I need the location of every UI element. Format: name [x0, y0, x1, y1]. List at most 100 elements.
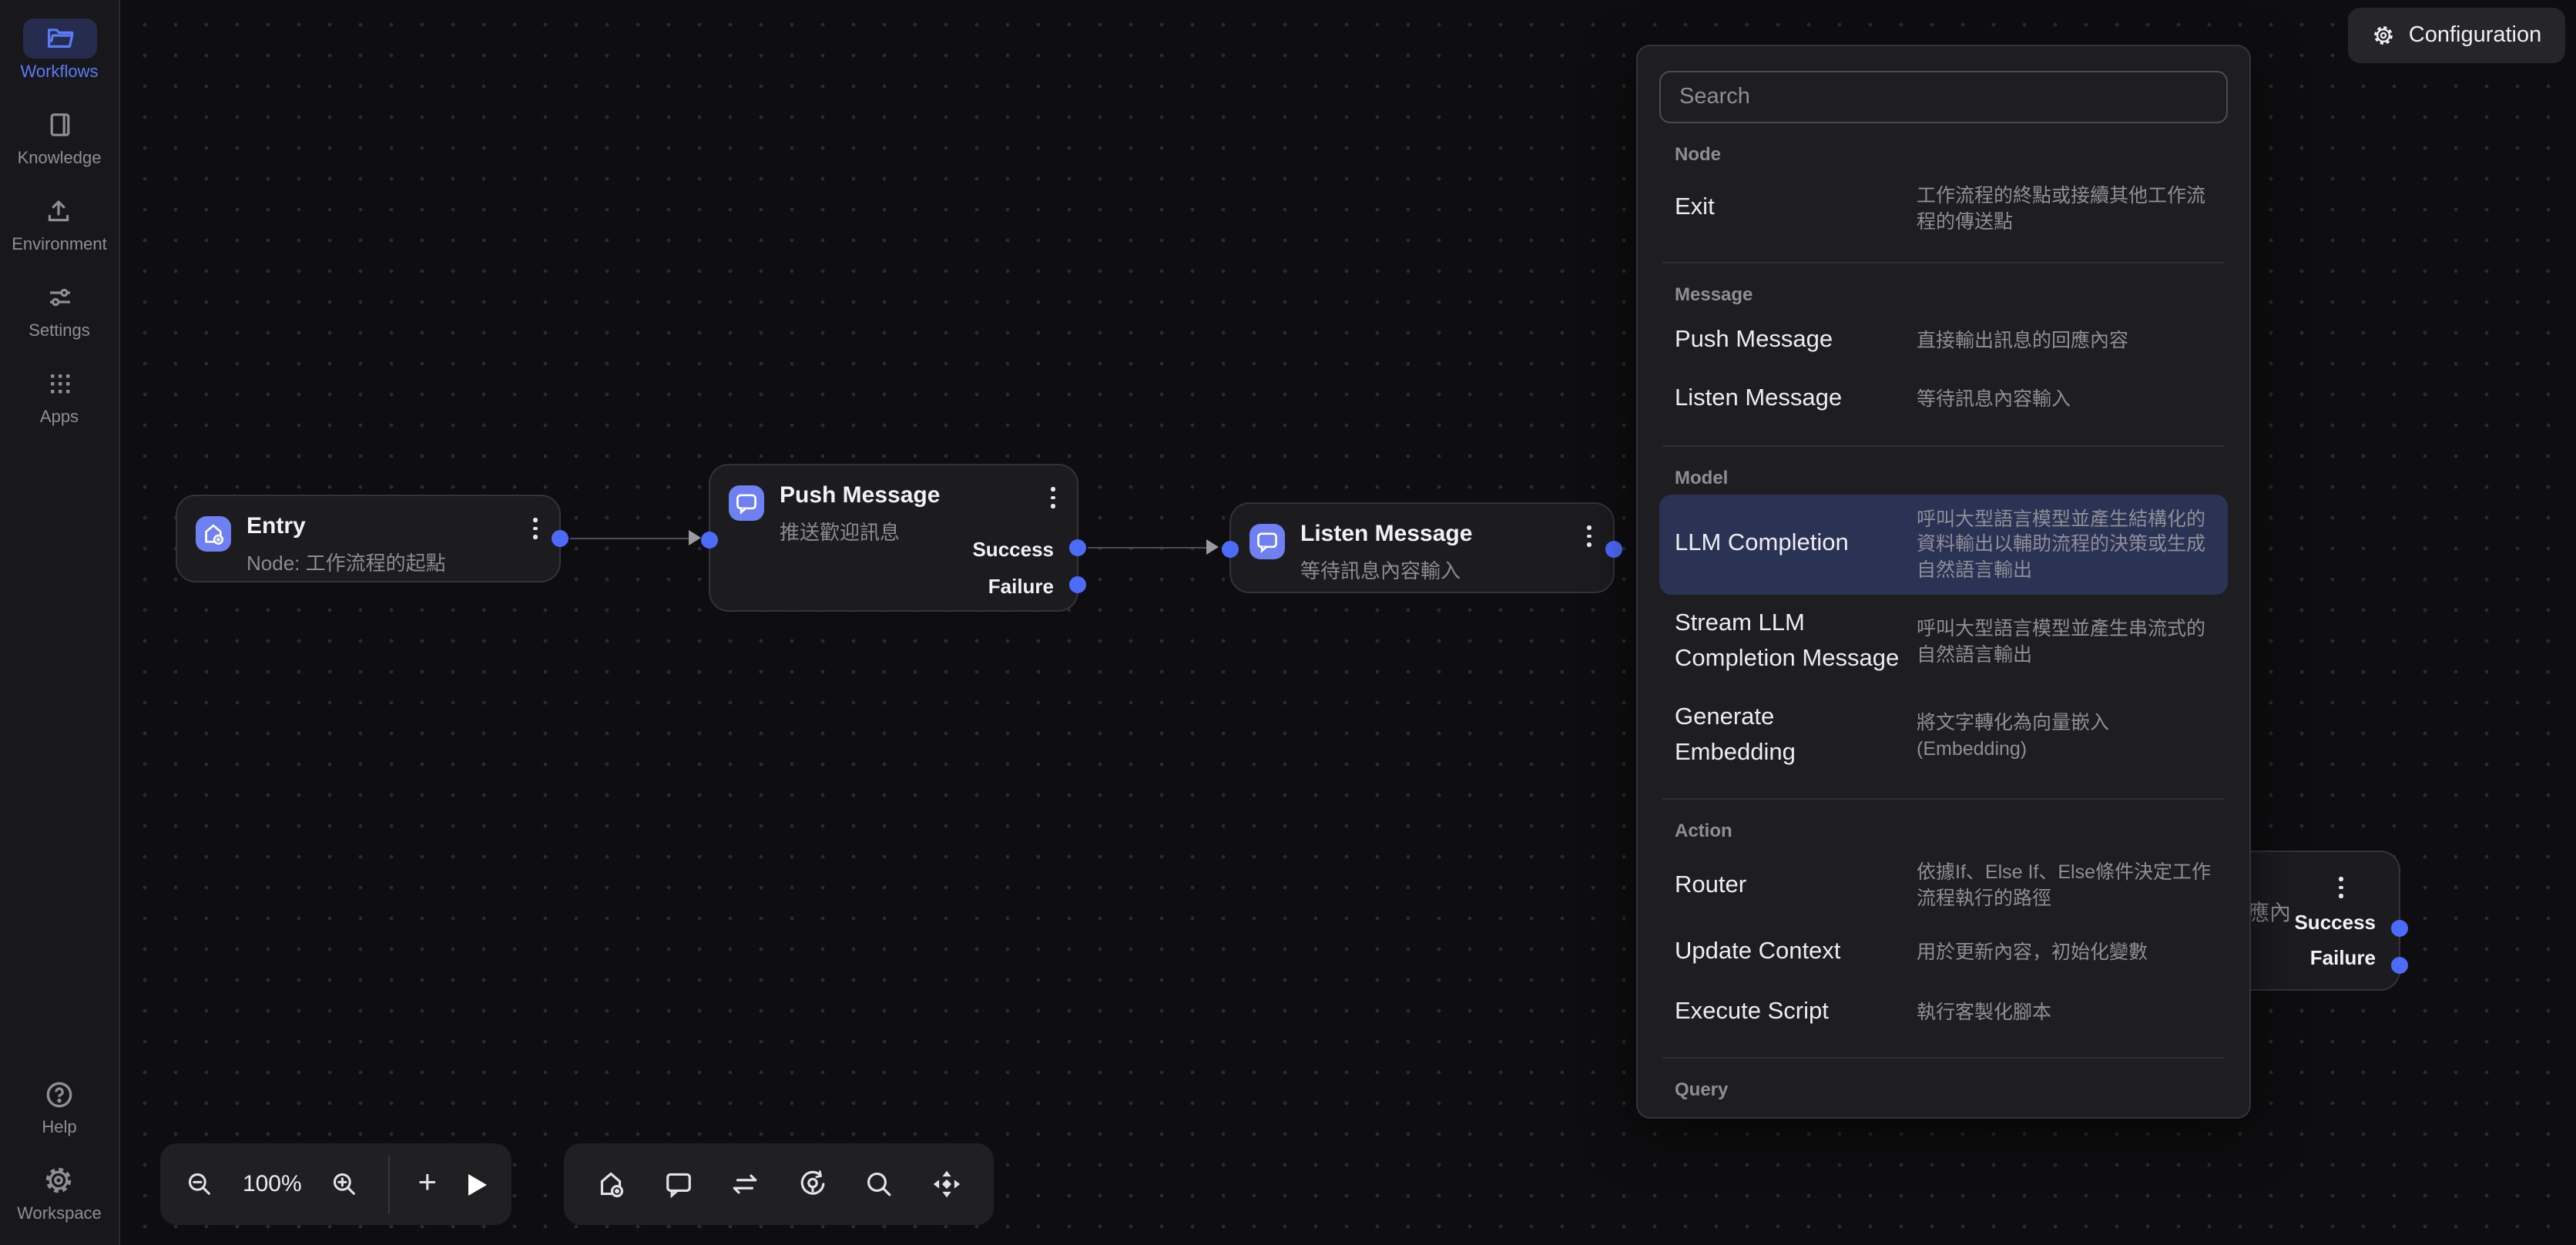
node-listen-message[interactable]: Listen Message 等待訊息內容輸入: [1229, 502, 1615, 593]
chat-bubble-icon: [662, 1168, 694, 1200]
sidebar-item-label: Settings: [29, 322, 90, 341]
sidebar-item-workspace[interactable]: Workspace: [17, 1160, 102, 1223]
magnifier-icon: [864, 1168, 896, 1200]
palette-item-generate-embedding[interactable]: Generate Embedding 將文字轉化為向量嵌入 (Embedding…: [1659, 690, 2228, 784]
palette-item-sql[interactable]: SQL 查詢資料庫: [1659, 1107, 2228, 1119]
message-node-button[interactable]: [662, 1168, 694, 1200]
node-description-fragment: 應內: [2248, 897, 2291, 928]
output-label-success: Success: [2294, 911, 2376, 934]
section-header: Query: [1675, 1079, 2212, 1101]
palette-item-execute-script[interactable]: Execute Script 執行客製化腳本: [1659, 983, 2228, 1042]
node-subtitle: 等待訊息內容輸入: [1300, 555, 1585, 585]
entry-output-port[interactable]: [552, 530, 569, 547]
palette-item-push-message[interactable]: Push Message 直接輸出訊息的回應內容: [1659, 311, 2228, 371]
folder-icon: [22, 18, 96, 59]
node-title: Listen Message: [1300, 519, 1585, 551]
zoom-in-button[interactable]: [330, 1169, 360, 1199]
palette-item-llm-completion[interactable]: LLM Completion 呼叫大型語言模型並產生結構化的資料輸出以輔助流程的…: [1659, 495, 2228, 596]
listen-input-port[interactable]: [1222, 541, 1239, 558]
edge-arrow-icon: [1206, 539, 1219, 555]
hidden-failure-port[interactable]: [2391, 957, 2408, 974]
palette-item-stream-llm-completion[interactable]: Stream LLM Completion Message 呼叫大型語言模型並產…: [1659, 596, 2228, 690]
swap-arrows-icon: [729, 1168, 761, 1200]
zoom-level: 100%: [243, 1171, 302, 1197]
divider: [1662, 1058, 2225, 1059]
model-node-button[interactable]: [797, 1168, 829, 1200]
book-icon: [22, 105, 96, 145]
zoom-out-button[interactable]: [185, 1169, 214, 1199]
push-failure-port[interactable]: [1069, 576, 1086, 593]
divider: [1662, 445, 2225, 447]
grid-icon: [22, 364, 96, 404]
output-label-success: Success: [972, 538, 1054, 561]
sidebar-item-apps[interactable]: Apps: [22, 364, 96, 427]
add-node-button[interactable]: +: [418, 1166, 438, 1199]
hidden-success-port[interactable]: [2391, 920, 2408, 937]
push-success-port[interactable]: [1069, 539, 1086, 556]
node-menu-button[interactable]: [1048, 481, 1058, 515]
node-shortcut-toolbar: [564, 1143, 994, 1225]
node-menu-button[interactable]: [1585, 519, 1595, 553]
move-tool-button[interactable]: [931, 1168, 963, 1200]
sidebar-item-help[interactable]: Help: [22, 1074, 96, 1137]
chat-bubble-icon: [729, 485, 764, 521]
node-push-message[interactable]: Push Message 推送歡迎訊息 Success Failure: [709, 464, 1078, 612]
canvas-zoom-toolbar: 100% +: [160, 1143, 512, 1225]
section-header: Model: [1675, 467, 2212, 488]
node-title: Push Message: [780, 481, 1048, 512]
home-plus-icon: [196, 516, 231, 552]
section-header: Action: [1675, 820, 2212, 842]
gear-icon: [2372, 23, 2397, 48]
sidebar-footer: Help Workspace: [17, 1074, 102, 1223]
play-icon: [468, 1173, 487, 1195]
transfer-node-button[interactable]: [729, 1168, 761, 1200]
sidebar-item-label: Environment: [12, 236, 107, 254]
palette-item-exit[interactable]: Exit 工作流程的終點或接續其他工作流程的傳送點: [1659, 171, 2228, 247]
sidebar-item-settings[interactable]: Settings: [22, 277, 96, 341]
output-label-failure: Failure: [2310, 946, 2376, 969]
node-palette-panel: Node Exit 工作流程的終點或接續其他工作流程的傳送點 Message P…: [1636, 45, 2251, 1119]
query-node-button[interactable]: [864, 1168, 896, 1200]
run-workflow-button[interactable]: [465, 1173, 487, 1195]
palette-item-listen-message[interactable]: Listen Message 等待訊息內容輸入: [1659, 371, 2228, 430]
edge-entry-to-push[interactable]: [570, 537, 689, 539]
sidebar-item-environment[interactable]: Environment: [12, 191, 107, 254]
palette-item-update-context[interactable]: Update Context 用於更新內容，初始化變數: [1659, 924, 2228, 983]
node-entry[interactable]: Entry Node: 工作流程的起點: [176, 495, 561, 582]
sidebar-item-knowledge[interactable]: Knowledge: [18, 105, 102, 168]
push-input-port[interactable]: [701, 532, 718, 549]
sidebar-item-label: Knowledge: [18, 149, 102, 168]
edge-push-to-listen[interactable]: [1088, 546, 1206, 549]
divider: [388, 1155, 390, 1213]
node-menu-button[interactable]: [531, 512, 541, 545]
configuration-label: Configuration: [2409, 23, 2542, 48]
search-input[interactable]: [1659, 71, 2228, 123]
sidebar-item-label: Apps: [40, 408, 79, 427]
edge-arrow-icon: [689, 530, 701, 545]
workflow-editor: Entry Node: 工作流程的起點 Push Message 推送歡迎訊息 …: [0, 0, 2576, 1245]
node-title: Entry: [247, 512, 531, 543]
divider: [1662, 262, 2225, 263]
output-label-failure: Failure: [988, 575, 1054, 598]
sidebar-item-label: Workflows: [20, 63, 98, 82]
sliders-icon: [22, 277, 96, 317]
section-header: Node: [1675, 143, 2212, 165]
sidebar-item-label: Help: [42, 1119, 76, 1137]
section-header: Message: [1675, 284, 2212, 305]
divider: [1662, 799, 2225, 800]
sidebar-item-label: Workspace: [17, 1205, 102, 1223]
home-plus-icon: [595, 1168, 627, 1200]
gear-icon: [22, 1160, 96, 1200]
entry-node-button[interactable]: [595, 1168, 627, 1200]
move-diamond-icon: [931, 1168, 963, 1200]
chat-bubble-icon: [1249, 524, 1285, 559]
sidebar-item-workflows[interactable]: Workflows: [20, 18, 98, 82]
upload-icon: [22, 191, 96, 231]
sidebar: Workflows Knowledge Environment: [0, 0, 120, 1245]
help-circle-icon: [22, 1074, 96, 1114]
node-subtitle: Node: 工作流程的起點: [247, 548, 531, 577]
node-menu-button[interactable]: [2336, 871, 2346, 904]
listen-output-port[interactable]: [1605, 541, 1622, 558]
configuration-button[interactable]: Configuration: [2348, 8, 2565, 63]
palette-item-router[interactable]: Router 依據If、Else If、Else條件決定工作流程執行的路徑: [1659, 848, 2228, 924]
